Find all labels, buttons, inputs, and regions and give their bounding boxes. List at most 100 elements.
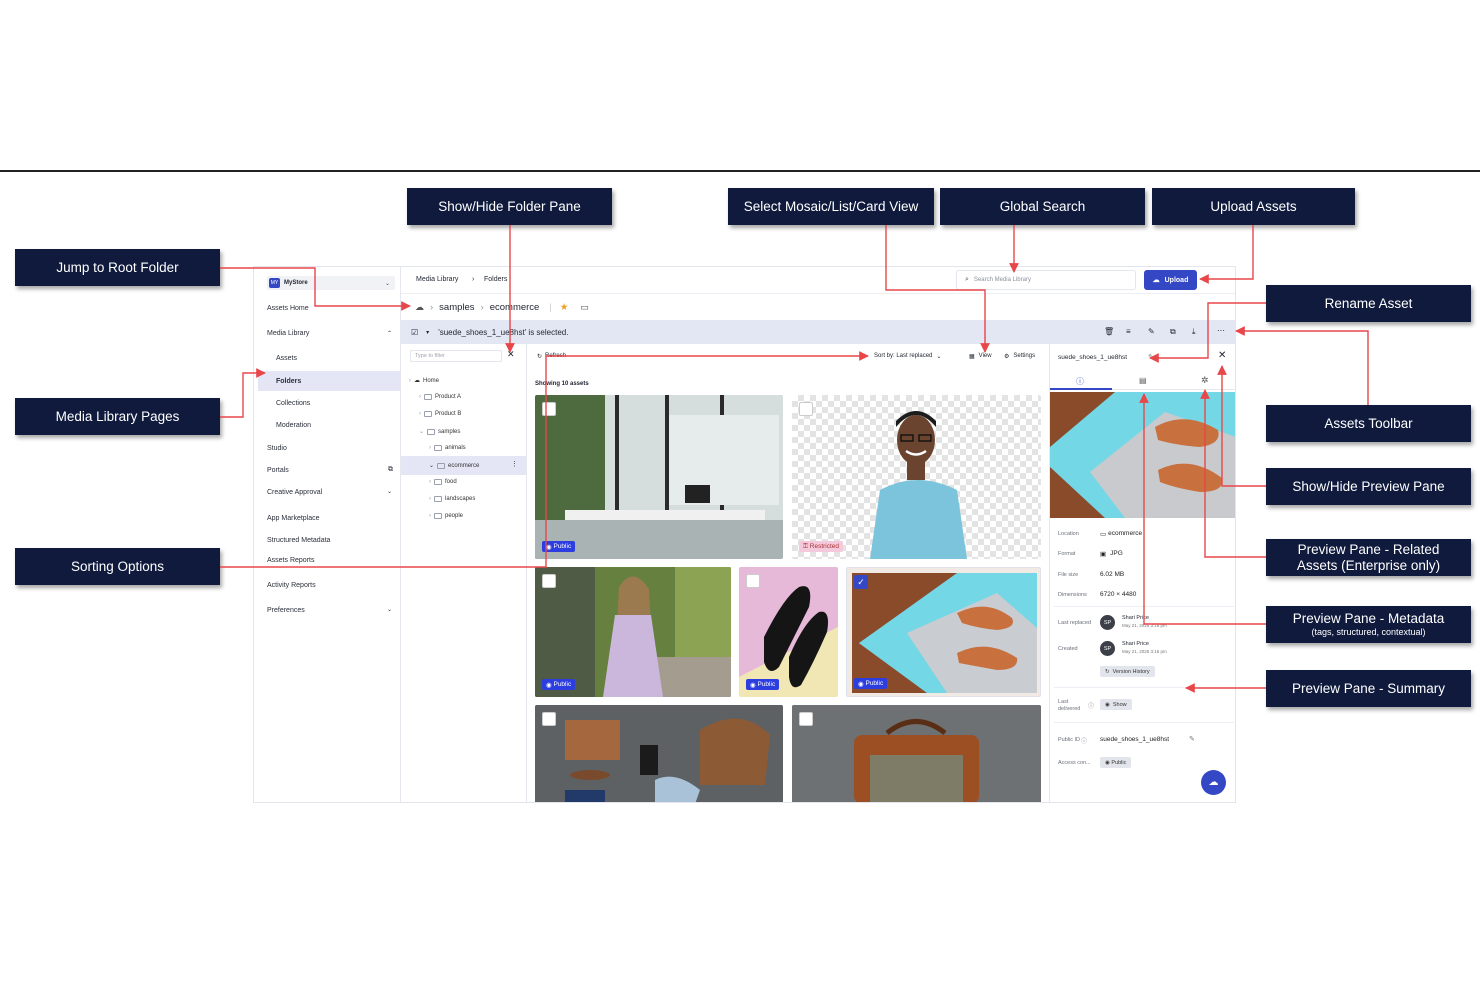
sidebar-item-assets[interactable]: Assets (276, 355, 297, 362)
home-cloud-icon: ☁ (414, 378, 420, 384)
folder-label: animals (445, 445, 466, 451)
close-preview-icon[interactable]: ✕ (1218, 350, 1226, 361)
rename-pencil-icon[interactable]: ✎ (1148, 353, 1154, 361)
tab-related-assets-icon[interactable]: ✲ (1201, 375, 1209, 386)
access-label: Public (1111, 759, 1127, 766)
globe-icon: ◉ (1105, 759, 1110, 766)
caret-down-icon[interactable]: ▾ (426, 329, 429, 336)
location-value[interactable]: ▭ ecommerce (1100, 530, 1142, 538)
folder-food[interactable]: › food (429, 479, 457, 485)
edit-public-id-icon[interactable]: ✎ (1189, 735, 1195, 743)
asset-thumb-accessories[interactable] (535, 705, 783, 802)
asset-thumb-woman[interactable]: ◉ Public (535, 567, 731, 697)
show-button[interactable]: ◉ Show (1100, 699, 1132, 710)
person-image (870, 411, 967, 559)
asset-checkbox[interactable] (542, 574, 556, 588)
folder-animals[interactable]: › animals (429, 445, 466, 451)
cloud-root-icon[interactable]: ☁ (415, 302, 424, 313)
sidebar-item-media-library[interactable]: Media Library (267, 330, 309, 337)
copy-icon[interactable]: ⧉ (1170, 327, 1176, 337)
format-value: ▣ JPG (1100, 550, 1123, 558)
delete-icon[interactable]: 🗑 (1104, 327, 1114, 336)
sidebar-item-portals[interactable]: Portals (267, 467, 289, 474)
woman-image (535, 567, 731, 697)
folder-product-b[interactable]: › Product B (419, 411, 461, 417)
search-placeholder: Search Media Library (973, 277, 1031, 283)
sidebar-item-preferences[interactable]: Preferences (267, 607, 305, 614)
sidebar-item-moderation[interactable]: Moderation (276, 422, 311, 429)
sidebar-item-creative-approval[interactable]: Creative Approval (267, 489, 322, 496)
tab-summary-info-icon[interactable]: ⓘ (1076, 376, 1084, 387)
globe-icon: ◉ (546, 681, 552, 689)
chevron-down-icon[interactable]: ⌄ (387, 488, 392, 495)
filesize-label: File size (1058, 572, 1079, 578)
asset-checkbox[interactable] (746, 574, 760, 588)
info-icon: ⓘ (1088, 704, 1095, 710)
folder-filter-input[interactable]: Type to filter (410, 350, 502, 362)
settings-button[interactable]: ⚙ Settings (1004, 353, 1035, 360)
access-badge[interactable]: ◉ Public (1100, 757, 1132, 768)
info-icon: ⓘ (1081, 739, 1088, 745)
edit-icon[interactable]: ✎ (1148, 327, 1155, 336)
star-icon[interactable]: ★ (560, 302, 569, 313)
edit-metadata-icon[interactable]: ≡ (1126, 327, 1131, 336)
refresh-button[interactable]: ↻ Refresh (537, 353, 566, 360)
folder-home[interactable]: › ☁ Home (409, 377, 439, 385)
public-badge: ◉ Public (854, 678, 888, 689)
asset-thumb-bag[interactable] (792, 705, 1041, 802)
folder-icon (434, 513, 442, 519)
top-bar: Media Library › Folders ⌕ Search Media L… (401, 267, 1235, 294)
asset-checkbox[interactable] (799, 712, 813, 726)
sidebar-item-studio[interactable]: Studio (267, 445, 287, 452)
asset-thumb-office[interactable]: ◉ Public (535, 395, 783, 559)
view-toggle[interactable]: ▦ View (969, 353, 992, 360)
brand-switcher[interactable]: MY MyStore ⌄ (267, 276, 395, 290)
external-link-icon[interactable]: ⧉ (388, 466, 393, 474)
close-folder-pane-icon[interactable]: ✕ (507, 349, 515, 360)
upload-button[interactable]: ☁ Upload (1144, 270, 1197, 290)
sidebar-item-folders[interactable]: Folders (258, 371, 401, 391)
gear-icon: ⚙ (1004, 354, 1010, 360)
asset-checkbox-checked[interactable]: ✓ (854, 575, 868, 589)
more-icon[interactable]: ⋯ (1217, 326, 1225, 335)
breadcrumb-media-library[interactable]: Media Library (416, 276, 458, 283)
sidebar-item-assets-reports[interactable]: Assets Reports (267, 557, 314, 564)
history-icon: ↻ (1105, 668, 1110, 675)
asset-checkbox[interactable] (799, 402, 813, 416)
folder-product-a[interactable]: › Product A (419, 394, 461, 400)
folder-more-icon[interactable]: ⋮ (511, 460, 518, 468)
breadcrumb-folders: Folders (484, 276, 508, 283)
download-icon[interactable]: ⤓ (1192, 327, 1196, 337)
folder-settings-icon[interactable]: ▭ (580, 302, 589, 313)
sidebar-item-assets-home[interactable]: Assets Home (267, 305, 309, 312)
folder-people[interactable]: › people (429, 513, 463, 519)
sidebar-item-collections[interactable]: Collections (276, 400, 310, 407)
tab-metadata-document-icon[interactable]: ▤ (1139, 376, 1147, 385)
callout-media-library-pages: Media Library Pages (15, 398, 220, 435)
sort-dropdown[interactable]: Sort by: Last replaced ⌄ (874, 353, 941, 360)
folder-samples[interactable]: ⌄ samples (419, 428, 460, 435)
asset-checkbox[interactable] (542, 402, 556, 416)
asset-thumb-black-heels[interactable]: ◉ Public (739, 567, 838, 697)
sidebar-item-activity-reports[interactable]: Activity Reports (267, 582, 316, 589)
asset-thumb-suede-shoes[interactable]: ✓ ◉ Public (846, 567, 1041, 697)
folder-ecommerce[interactable]: ⌄ ecommerce (429, 462, 479, 469)
version-history-label: Version History (1112, 668, 1150, 675)
last-delivered-label: Last (1058, 699, 1069, 705)
folder-landscapes[interactable]: › landscapes (429, 496, 475, 502)
user-date: May 21, 2025 3:16 pm (1122, 623, 1167, 628)
search-input[interactable]: ⌕ Search Media Library (956, 270, 1136, 290)
chevron-down-icon[interactable]: ⌄ (387, 606, 392, 613)
version-history-button[interactable]: ↻ Version History (1100, 666, 1155, 677)
sidebar-item-app-marketplace[interactable]: App Marketplace (267, 515, 320, 522)
select-all-checkbox-icon[interactable]: ☑ (411, 328, 418, 337)
chevron-up-icon[interactable]: ⌃ (387, 330, 392, 337)
asset-checkbox[interactable] (542, 712, 556, 726)
upload-label: Upload (1164, 276, 1189, 284)
cloud-icon: ☁ (1208, 777, 1219, 788)
cloud-help-button[interactable]: ☁ (1201, 770, 1226, 795)
path-segment-samples[interactable]: samples (439, 302, 474, 313)
asset-thumb-person[interactable]: ⚿ Restricted (792, 395, 1041, 559)
folder-icon (424, 411, 432, 417)
sidebar-item-structured-metadata[interactable]: Structured Metadata (267, 537, 330, 544)
